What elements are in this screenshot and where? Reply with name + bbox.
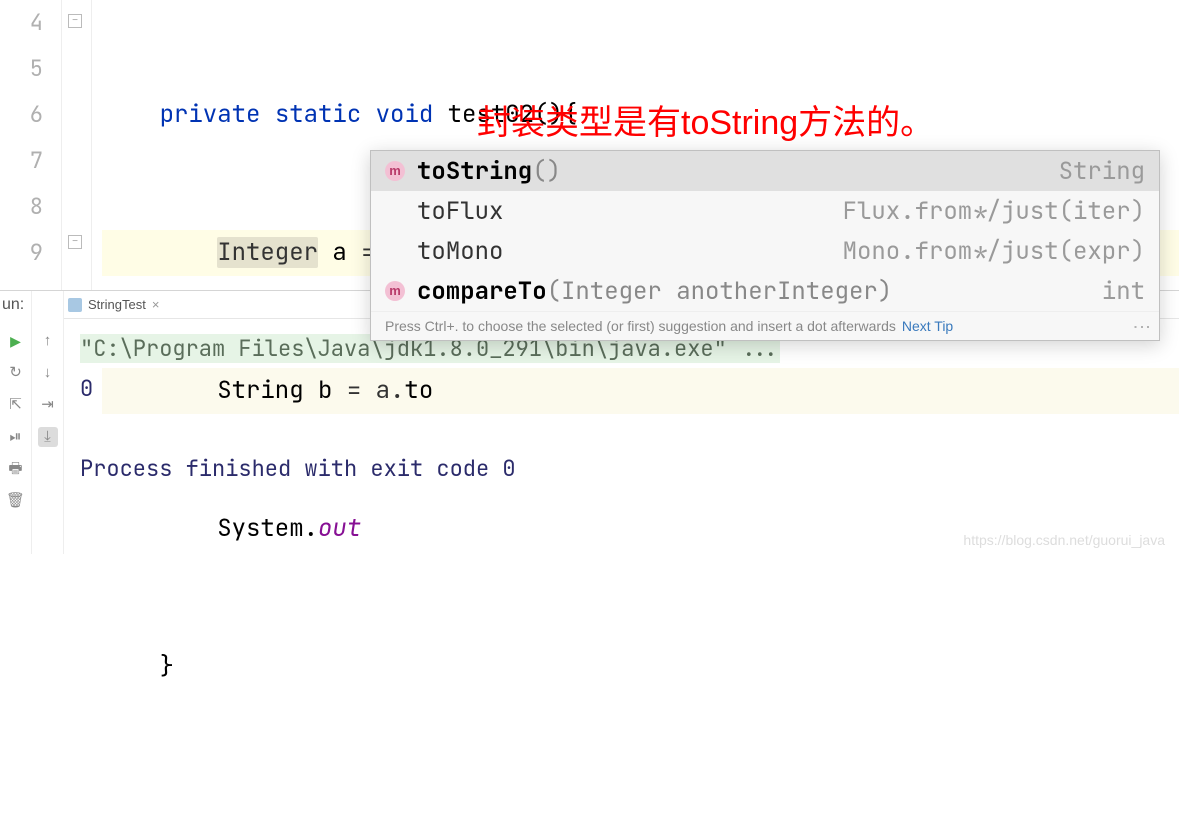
code-line-current[interactable]: String b = a.to	[102, 368, 1179, 414]
type-name: String	[217, 375, 303, 406]
static-field: out	[318, 513, 361, 544]
completion-name: Flux	[446, 196, 504, 227]
line-number: 4	[0, 0, 43, 46]
print-icon[interactable]: 🖶	[6, 459, 26, 479]
brace: }	[160, 651, 174, 682]
fold-toggle-icon[interactable]: −	[68, 235, 82, 249]
match-text: to	[417, 236, 446, 267]
run-toolbar-mid: ↑ ↓ ⇥ ⤓	[32, 291, 64, 554]
completion-return-type: Flux.from*/just(iter)	[843, 196, 1145, 227]
arrow-up-icon[interactable]: ↑	[38, 331, 58, 351]
completion-item[interactable]: m toFlux Flux.from*/just(iter)	[371, 191, 1159, 231]
completion-return-type: Mono.from*/just(expr)	[843, 236, 1145, 267]
completion-item[interactable]: m toMono Mono.from*/just(expr)	[371, 231, 1159, 271]
scroll-end-icon[interactable]: ⤓	[38, 427, 58, 447]
type-name: Integer	[217, 237, 318, 268]
code-line[interactable]: }	[102, 644, 1179, 690]
wrap-icon[interactable]: ⇥	[38, 395, 58, 415]
trash-icon[interactable]: 🗑	[6, 491, 26, 511]
code-completion-popup[interactable]: m toString() String m toFlux Flux.from*/…	[370, 150, 1160, 341]
line-number-gutter: 4 5 6 7 8 9	[0, 0, 62, 290]
blank-icon: m	[385, 201, 405, 221]
match-text: to	[417, 196, 446, 227]
method-call: to	[404, 375, 433, 406]
watermark-text: https://blog.csdn.net/guorui_java	[963, 532, 1165, 548]
blank-icon: m	[385, 241, 405, 261]
match-text: compareTo	[417, 276, 547, 307]
completion-params: (Integer anotherInteger)	[547, 276, 893, 307]
line-number: 5	[0, 46, 43, 92]
variable: a	[332, 237, 346, 268]
footer-hint-text: Press Ctrl+. to choose the selected (or …	[385, 318, 896, 334]
run-toolbar-left: ▶ ↻ ⇱ ⏯ 🖶 🗑	[0, 291, 32, 554]
arrow-down-icon[interactable]: ↓	[38, 363, 58, 383]
fold-toggle-icon[interactable]: −	[68, 14, 82, 28]
code-text: = a.	[332, 375, 404, 406]
run-icon[interactable]: ▶	[6, 331, 26, 351]
console-output-line: 0	[80, 374, 93, 403]
line-number: 6	[0, 92, 43, 138]
fold-column: − −	[62, 0, 92, 290]
completion-item-selected[interactable]: m toString() String	[371, 151, 1159, 191]
next-tip-link[interactable]: Next Tip	[902, 318, 953, 334]
class-ref: System.	[217, 513, 318, 544]
keyword: static	[275, 99, 361, 130]
method-icon: m	[385, 161, 405, 181]
line-number: 9	[0, 230, 43, 276]
completion-return-type: int	[1102, 276, 1145, 307]
completion-name: Mono	[446, 236, 504, 267]
run-panel-label: un:	[2, 296, 24, 314]
line-number: 7	[0, 138, 43, 184]
tool-icon[interactable]: ⇱	[6, 395, 26, 415]
tool-icon[interactable]: ↻	[6, 363, 26, 383]
completion-name: String	[446, 156, 532, 187]
annotation-overlay-text: 封装类型是有toString方法的。	[477, 100, 934, 146]
tool-icon[interactable]: ⏯	[6, 427, 26, 447]
keyword: void	[376, 99, 434, 130]
keyword: private	[160, 99, 261, 130]
line-number: 8	[0, 184, 43, 230]
more-icon[interactable]: ⋮	[1139, 318, 1145, 334]
method-icon: m	[385, 281, 405, 301]
match-text: to	[417, 156, 446, 187]
completion-footer: Press Ctrl+. to choose the selected (or …	[371, 311, 1159, 340]
completion-item[interactable]: m compareTo(Integer anotherInteger) int	[371, 271, 1159, 311]
completion-return-type: String	[1059, 156, 1145, 187]
file-icon	[68, 298, 82, 312]
variable: b	[318, 375, 332, 406]
completion-params: ()	[532, 156, 561, 187]
